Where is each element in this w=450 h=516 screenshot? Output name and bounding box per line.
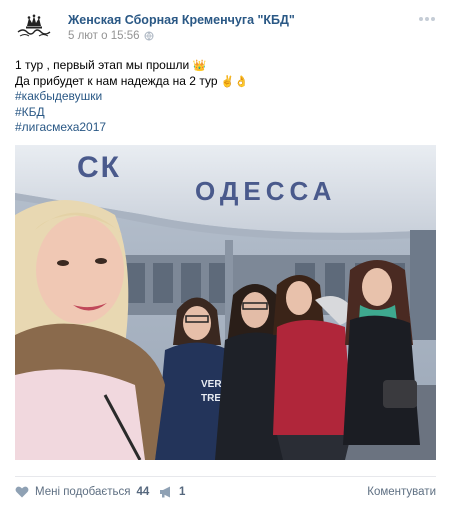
- globe-icon: [144, 31, 154, 41]
- post-text: 1 тур , первый этап мы прошли 👑 Да прибу…: [15, 58, 435, 136]
- like-button[interactable]: Мені подобається 44: [15, 486, 149, 498]
- share-count: 1: [179, 486, 186, 498]
- hashtag-link[interactable]: #какбыдевушки: [15, 89, 435, 105]
- comment-button[interactable]: Коментувати: [367, 486, 436, 498]
- wall-post: Женская Сборная Кременчуга "КБД" 5 лют о…: [0, 0, 450, 516]
- post-footer: Мені подобається 44 1 Коментувати: [15, 486, 436, 510]
- footer-divider: [15, 476, 436, 477]
- sign-text-odessa: ОДЕССА: [195, 176, 336, 206]
- hashtag-link[interactable]: #КБД: [15, 105, 435, 121]
- sign-text-sk: СК: [77, 151, 121, 184]
- like-count: 44: [136, 486, 150, 498]
- post-text-line: Да прибудет к нам надежда на 2 тур ✌️👌: [15, 73, 249, 88]
- post-date[interactable]: 5 лют о 15:56: [68, 30, 140, 42]
- post-author[interactable]: Женская Сборная Кременчуга "КБД": [68, 13, 295, 27]
- hashtag-link[interactable]: #лигасмеха2017: [15, 120, 435, 136]
- crown-emoji-icon: 👑: [192, 59, 207, 72]
- post-photo[interactable]: СК ОДЕССА VERY TREND: [15, 145, 436, 460]
- more-dots-icon[interactable]: [419, 14, 435, 24]
- crown-logo-icon: [17, 14, 51, 37]
- heart-icon: [15, 486, 29, 498]
- like-label: Мені подобається: [35, 486, 131, 498]
- megaphone-icon: [160, 486, 170, 498]
- hands-emoji-icon: ✌️👌: [220, 74, 249, 88]
- share-button[interactable]: 1: [159, 486, 185, 498]
- post-meta: 5 лют о 15:56: [68, 30, 154, 42]
- avatar[interactable]: [15, 14, 53, 40]
- photo-image: СК ОДЕССА VERY TREND: [15, 145, 436, 460]
- post-text-line: 1 тур , первый этап мы прошли 👑: [15, 58, 207, 72]
